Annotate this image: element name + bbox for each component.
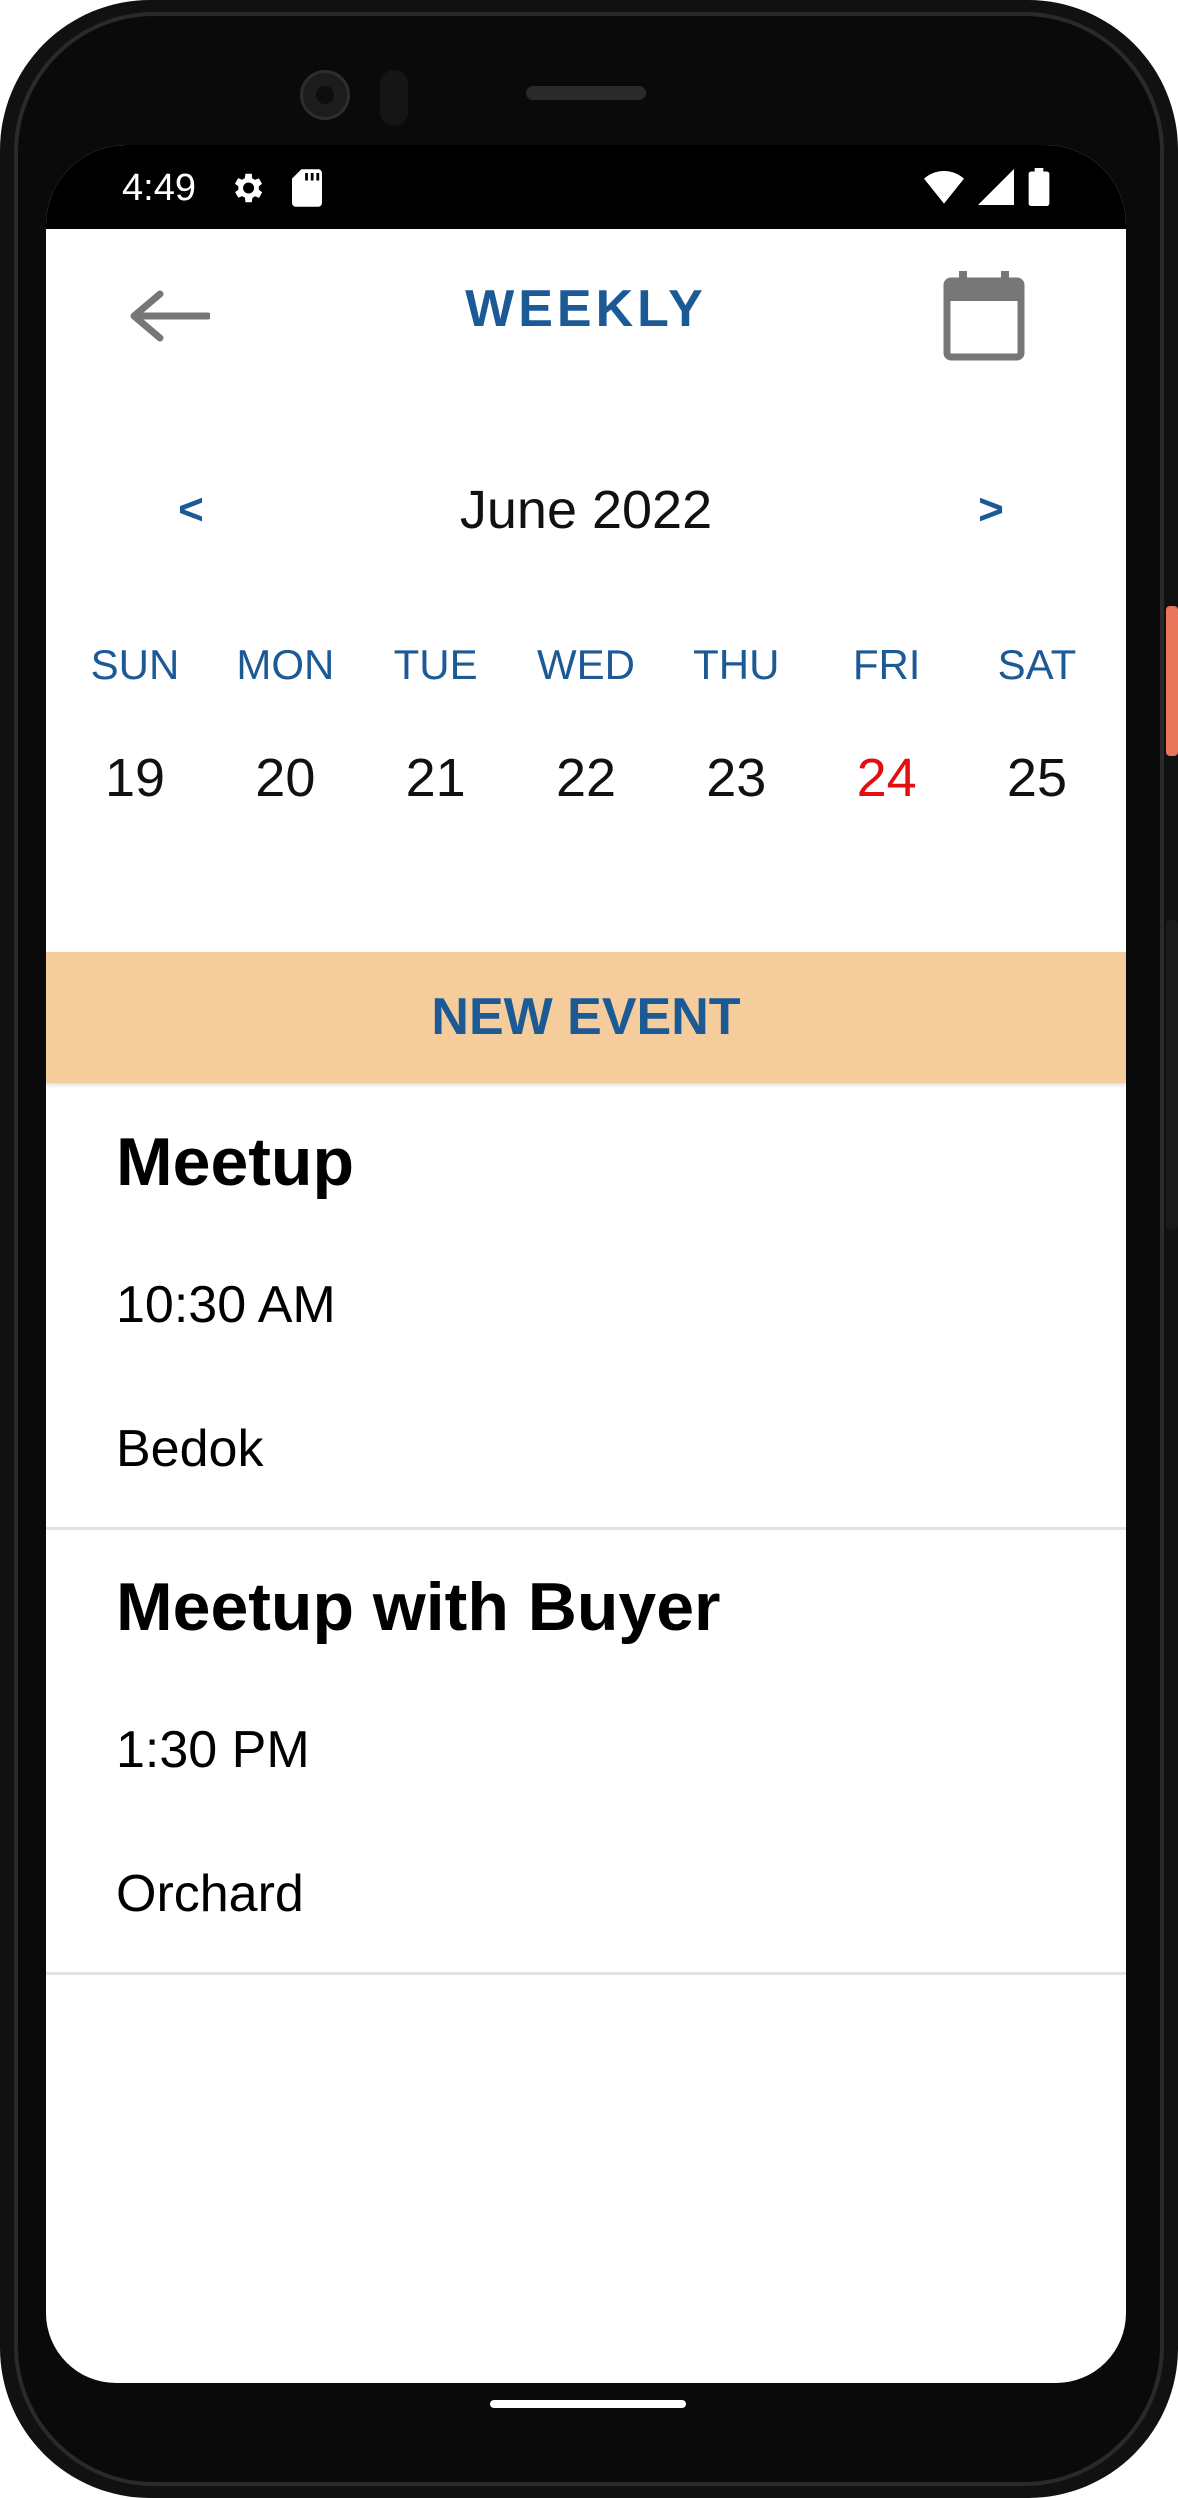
day-number: 22 [555, 748, 617, 808]
day-name: TUE [393, 641, 478, 688]
day-name: WED [536, 641, 635, 688]
calendar-icon [943, 271, 1025, 361]
day-name: SAT [997, 641, 1077, 688]
day-name: THU [693, 641, 780, 688]
week-row: SUN 19 MON 20 TUE 21 WED 22 THU 23 FRI 2… [46, 635, 1126, 813]
front-camera [300, 70, 350, 120]
app-screen: 4:49 WEEKLY < June 2022 > SUN 19 MON 20 … [46, 145, 1126, 2383]
calendar-button[interactable] [936, 265, 1032, 365]
event-list: Meetup 10:30 AM Bedok Meetup with Buyer … [46, 1085, 1126, 1975]
status-time: 4:49 [122, 167, 196, 209]
status-bar: 4:49 [46, 145, 1126, 229]
day-number: 20 [255, 748, 316, 808]
home-indicator[interactable] [490, 2400, 686, 2408]
signal-icon [978, 169, 1014, 205]
power-button [1166, 606, 1178, 756]
status-indicators [924, 167, 1050, 207]
battery-icon [1028, 168, 1050, 206]
event-time: 1:30 PM [116, 1721, 310, 1779]
day-number: 21 [405, 748, 466, 808]
event-location: Bedok [116, 1420, 264, 1478]
month-navigation: < June 2022 > [46, 475, 1126, 545]
day-wed[interactable]: WED 22 [511, 635, 661, 813]
event-title: Meetup [116, 1124, 354, 1200]
day-name: MON [236, 641, 335, 688]
new-event-button[interactable]: NEW EVENT [46, 952, 1126, 1083]
day-number: 23 [706, 748, 767, 808]
day-sun[interactable]: SUN 19 [60, 635, 210, 813]
event-title: Meetup with Buyer [116, 1569, 721, 1645]
day-tue[interactable]: TUE 21 [361, 635, 511, 813]
day-number-today: 24 [856, 748, 917, 808]
day-mon[interactable]: MON 20 [210, 635, 360, 813]
wifi-icon [924, 171, 964, 204]
event-time: 10:30 AM [116, 1276, 336, 1334]
app-header: WEEKLY [46, 229, 1126, 409]
day-name: FRI [852, 641, 921, 688]
event-item[interactable]: Meetup with Buyer 1:30 PM Orchard [46, 1530, 1126, 1975]
day-sat[interactable]: SAT 25 [962, 635, 1112, 813]
next-week-button[interactable]: > [956, 475, 1026, 545]
event-item[interactable]: Meetup 10:30 AM Bedok [46, 1085, 1126, 1530]
day-fri[interactable]: FRI 24 [812, 635, 962, 813]
proximity-sensor [380, 70, 408, 126]
day-thu[interactable]: THU 23 [661, 635, 811, 813]
settings-icon [234, 173, 263, 203]
volume-button [1166, 920, 1178, 1230]
event-location: Orchard [116, 1865, 304, 1923]
day-number: 19 [104, 748, 166, 808]
sd-card-icon [292, 169, 322, 207]
earpiece-speaker [526, 86, 646, 100]
day-name: SUN [90, 641, 180, 688]
day-number: 25 [1006, 748, 1067, 808]
